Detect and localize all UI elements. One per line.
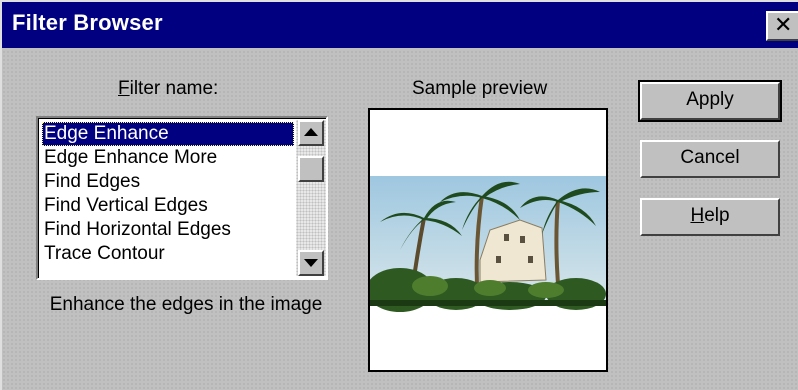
help-mnemonic: H	[690, 205, 705, 226]
filter-item-find-edges[interactable]: Find Edges	[42, 170, 294, 194]
filter-item-edge-enhance[interactable]: Edge Enhance	[42, 122, 294, 146]
help-button[interactable]: Help	[640, 198, 780, 236]
title-bar[interactable]: Filter Browser ✕	[2, 2, 798, 48]
filter-list: Edge Enhance Edge Enhance More Find Edge…	[42, 122, 294, 266]
window-title: Filter Browser	[12, 10, 163, 35]
scroll-up-arrow-icon	[304, 128, 318, 136]
scroll-thumb[interactable]	[298, 156, 324, 182]
filter-listbox[interactable]: Edge Enhance Edge Enhance More Find Edge…	[36, 116, 328, 280]
filter-name-label-rest: ilter name:	[129, 78, 219, 99]
filter-item-edge-enhance-more[interactable]: Edge Enhance More	[42, 146, 294, 170]
filter-item-trace-contour[interactable]: Trace Contour	[42, 242, 294, 266]
apply-button[interactable]: Apply	[638, 80, 782, 122]
sample-preview-label: Sample preview	[412, 78, 548, 99]
scroll-down-arrow-icon	[304, 259, 318, 267]
scroll-down-button[interactable]	[298, 250, 324, 276]
filter-description: Enhance the edges in the image	[49, 294, 323, 315]
filter-name-mnemonic: F	[118, 78, 130, 99]
filter-name-label: Filter name:	[118, 78, 218, 100]
list-scrollbar[interactable]	[296, 120, 326, 276]
sample-preview-frame	[366, 108, 608, 372]
close-button[interactable]: ✕	[766, 11, 798, 41]
close-icon: ✕	[774, 13, 793, 38]
scroll-up-button[interactable]	[298, 120, 324, 146]
filter-item-find-vertical-edges[interactable]: Find Vertical Edges	[42, 194, 294, 218]
sample-preview-image	[366, 176, 606, 312]
filter-item-find-horizontal-edges[interactable]: Find Horizontal Edges	[42, 218, 294, 242]
help-label-rest: elp	[704, 205, 730, 226]
cancel-button[interactable]: Cancel	[640, 140, 780, 178]
filter-browser-dialog: Filter Browser ✕ Filter name: Edge Enhan…	[0, 0, 798, 390]
